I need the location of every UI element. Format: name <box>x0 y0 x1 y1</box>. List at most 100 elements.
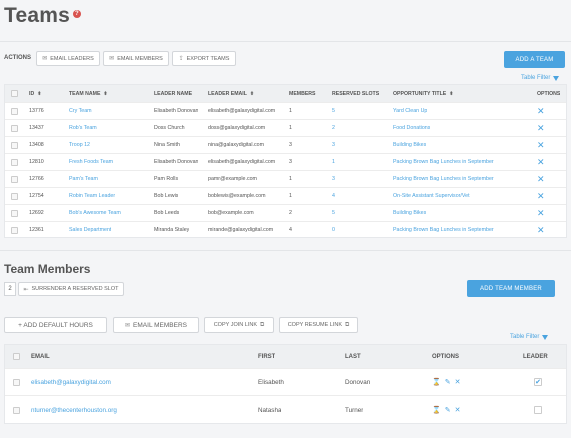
row-checkbox[interactable] <box>11 209 18 217</box>
col-members[interactable]: MEMBERS <box>289 85 316 102</box>
add-team-member-button[interactable]: ADD TEAM MEMBER <box>467 280 555 297</box>
team-name-link[interactable]: Fresh Foods Team <box>69 154 113 170</box>
select-all-checkbox[interactable] <box>11 90 18 97</box>
reserved-slots[interactable]: 5 <box>332 205 335 221</box>
delete-icon[interactable]: ✕ <box>537 174 545 184</box>
col-leader-name-label: LEADER NAME <box>154 90 193 97</box>
team-name-link[interactable]: Sales Department <box>69 222 111 238</box>
col-last: LAST <box>345 353 361 360</box>
table-row: 12754 Robin Team Leader Bob Lewis boblew… <box>5 188 566 205</box>
add-default-hours-button[interactable]: + ADD DEFAULT HOURS <box>4 317 107 333</box>
add-team-button[interactable]: ADD A TEAM <box>504 51 565 68</box>
row-id: 12810 <box>29 159 44 165</box>
team-name-link[interactable]: Troop 12 <box>69 137 90 153</box>
col-leader-name[interactable]: LEADER NAME <box>154 85 192 102</box>
members-count: 1 <box>289 125 292 131</box>
team-name-link[interactable]: Pam's Team <box>69 171 98 187</box>
surrender-icon: ⇤ <box>23 286 29 293</box>
reserved-slots[interactable]: 2 <box>332 120 335 136</box>
export-teams-button[interactable]: ⇪ EXPORT TEAMS <box>172 51 236 66</box>
email-leaders-button[interactable]: ✉ EMAIL LEADERS <box>36 51 100 66</box>
select-all-checkbox[interactable] <box>13 353 20 360</box>
opportunity-link[interactable]: Packing Brown Bag Lunches in September <box>393 222 494 238</box>
delete-icon[interactable]: ✕ <box>537 123 545 133</box>
delete-icon[interactable]: ✕ <box>537 106 545 116</box>
hourglass-icon[interactable]: ⌛ <box>432 378 441 386</box>
delete-icon[interactable]: ✕ <box>537 208 545 218</box>
team-name-link[interactable]: Robin Team Leader <box>69 188 115 204</box>
reserved-slots[interactable]: 3 <box>332 171 335 187</box>
surrender-slot-button[interactable]: ⇤ SURRENDER A RESERVED SLOT <box>18 282 124 296</box>
member-email-link[interactable]: nturner@thecenterhouston.org <box>31 396 117 424</box>
member-email-link[interactable]: elisabeth@galaxydigital.com <box>31 369 111 395</box>
delete-icon[interactable]: ✕ <box>537 157 545 167</box>
col-id[interactable]: ID ⬍ <box>29 85 41 102</box>
leader-name: Miranda Staley <box>154 227 190 233</box>
team-name-link[interactable]: Rob's Team <box>69 120 97 136</box>
delete-icon[interactable]: ✕ <box>537 191 545 201</box>
row-checkbox[interactable] <box>11 141 18 149</box>
row-checkbox[interactable] <box>13 406 20 414</box>
leader-checkbox[interactable] <box>534 406 542 414</box>
row-checkbox[interactable] <box>11 175 18 183</box>
reserved-slots[interactable]: 1 <box>332 154 335 170</box>
row-id: 12361 <box>29 227 44 233</box>
table-filter-link-2[interactable]: Table Filter <box>510 334 549 340</box>
table-row: 12692 Bob's Awesome Team Bob Leeds bob@e… <box>5 205 566 222</box>
leader-email: boblewis@example.com <box>208 193 266 199</box>
help-icon[interactable]: ? <box>72 10 81 18</box>
members-count: 2 <box>289 210 292 216</box>
col-leader-email[interactable]: LEADER EMAIL ⬍ <box>208 85 254 102</box>
email-leaders-label: EMAIL LEADERS <box>50 55 94 62</box>
col-first: FIRST <box>258 353 276 360</box>
copy-join-link-label: COPY JOIN LINK <box>213 322 257 328</box>
opportunity-link[interactable]: Food Donations <box>393 120 430 136</box>
row-checkbox[interactable] <box>11 124 18 132</box>
leader-email: bob@example.com <box>208 210 254 216</box>
edit-icon[interactable]: ✎ <box>445 406 451 414</box>
reserved-slots[interactable]: 5 <box>332 103 335 119</box>
team-name-link[interactable]: Cry Team <box>69 103 92 119</box>
reserved-slots[interactable]: 3 <box>332 137 335 153</box>
delete-icon[interactable]: ✕ <box>537 225 545 235</box>
row-checkbox[interactable] <box>13 378 20 386</box>
email-members-button-2[interactable]: ✉ EMAIL MEMBERS <box>113 317 199 333</box>
col-leader-email-label: LEADER EMAIL <box>208 90 247 97</box>
opportunity-link[interactable]: Building Bikes <box>393 205 426 221</box>
hourglass-icon[interactable]: ⌛ <box>432 406 441 414</box>
opportunity-link[interactable]: Packing Brown Bag Lunches in September <box>393 171 494 187</box>
edit-icon[interactable]: ✎ <box>445 378 451 386</box>
opportunity-link[interactable]: Packing Brown Bag Lunches in September <box>393 154 494 170</box>
opportunity-link[interactable]: On-Site Assistant Supervisor/Vet <box>393 188 470 204</box>
row-id: 13776 <box>29 108 44 114</box>
filter-icon <box>553 75 560 81</box>
copy-join-link-button[interactable]: COPY JOIN LINK ⧉ <box>204 317 274 333</box>
row-checkbox[interactable] <box>11 192 18 200</box>
col-opportunity-title[interactable]: OPPORTUNITY TITLE ⬍ <box>393 85 453 102</box>
row-checkbox[interactable] <box>11 226 18 234</box>
opportunity-link[interactable]: Building Bikes <box>393 137 426 153</box>
col-reserved-slots[interactable]: RESERVED SLOTS <box>332 85 379 102</box>
remove-icon[interactable]: ✕ <box>455 378 461 386</box>
table-filter-link[interactable]: Table Filter <box>521 75 560 81</box>
leader-email: pamr@example.com <box>208 176 257 182</box>
copy-icon: ⧉ <box>345 321 350 328</box>
row-checkbox[interactable] <box>11 107 18 115</box>
leader-name: Pam Rolls <box>154 176 179 182</box>
delete-icon[interactable]: ✕ <box>537 140 545 150</box>
row-id: 12766 <box>29 176 44 182</box>
reserved-slots[interactable]: 0 <box>332 222 335 238</box>
email-members-button[interactable]: ✉ EMAIL MEMBERS <box>103 51 169 66</box>
row-id: 12692 <box>29 210 44 216</box>
opportunity-link[interactable]: Yard Clean Up <box>393 103 427 119</box>
remove-icon[interactable]: ✕ <box>455 406 461 414</box>
leader-checkbox-checked[interactable]: ✔ <box>534 378 542 386</box>
member-row: nturner@thecenterhouston.org Natasha Tur… <box>5 396 566 424</box>
copy-resume-link-button[interactable]: COPY RESUME LINK ⧉ <box>279 317 358 333</box>
reserved-slots[interactable]: 4 <box>332 188 335 204</box>
team-name-link[interactable]: Bob's Awesome Team <box>69 205 121 221</box>
col-team-name[interactable]: TEAM NAME ⬍ <box>69 85 108 102</box>
member-count: 2 <box>4 282 16 296</box>
row-checkbox[interactable] <box>11 158 18 166</box>
export-teams-label: EXPORT TEAMS <box>186 55 230 62</box>
